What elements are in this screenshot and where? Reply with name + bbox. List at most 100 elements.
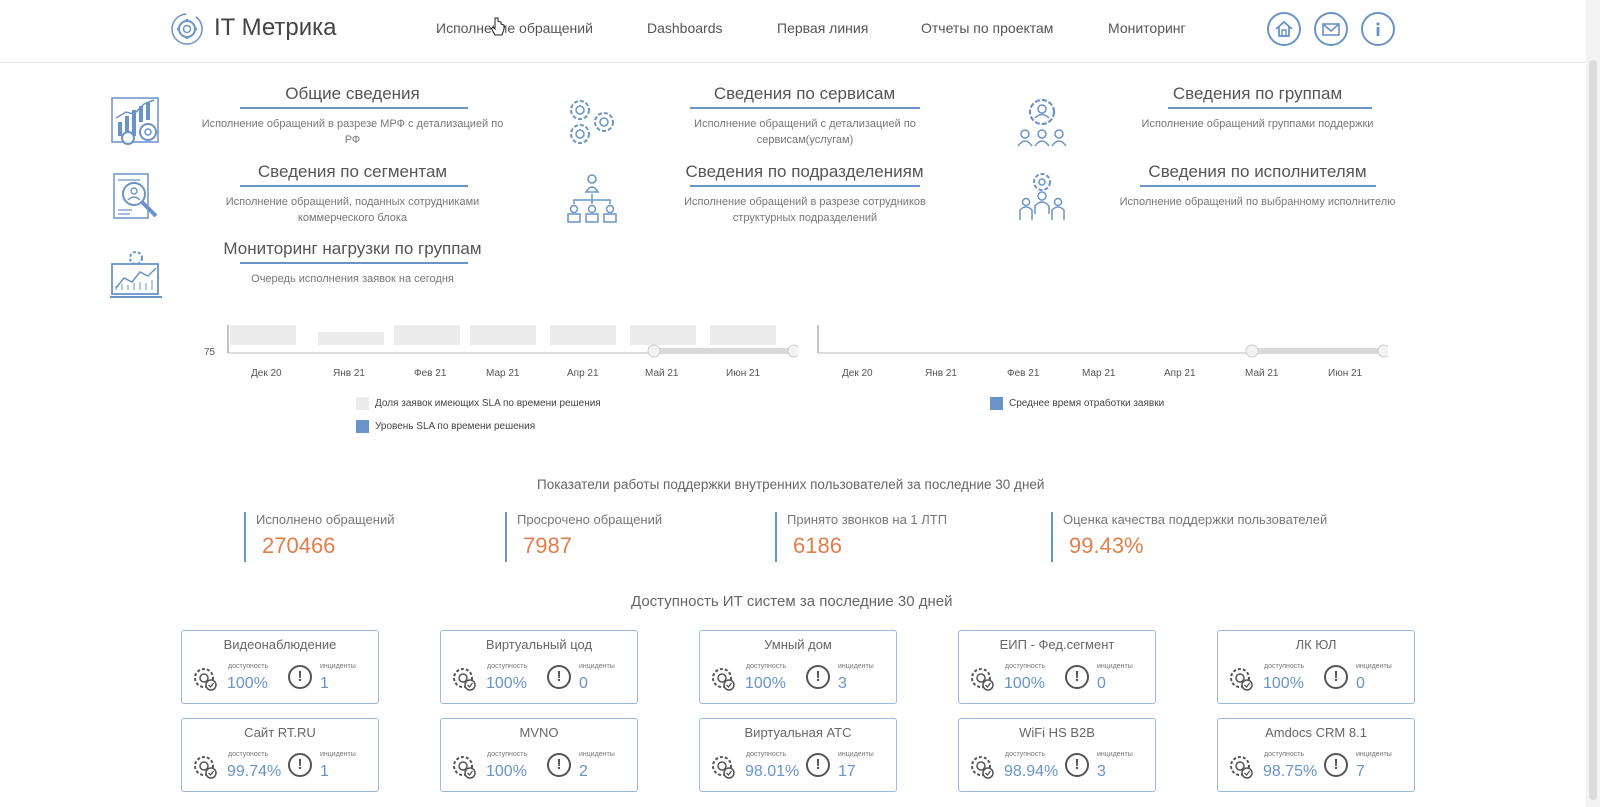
incidents-value: 7 <box>1356 763 1365 780</box>
section-title-obshchie[interactable]: Общие сведения <box>200 84 505 104</box>
mail-button[interactable] <box>1314 12 1348 46</box>
range-slider-handle-right[interactable] <box>787 344 798 358</box>
incidents-value: 2 <box>579 763 588 780</box>
org-structure-icon[interactable] <box>566 172 618 224</box>
kpi-value: 99.43% <box>1069 533 1144 558</box>
section-title-servisy[interactable]: Сведения по сервисам <box>652 84 957 104</box>
chart-gears-icon[interactable] <box>110 96 162 148</box>
nav-monitoring[interactable]: Мониторинг <box>1108 20 1186 36</box>
kpi-block: Оценка качества поддержки пользователей … <box>1051 512 1327 562</box>
person-gear-icon[interactable] <box>1016 172 1068 224</box>
section-desc-obshchie: Исполнение обращений в разрезе МРФ с дет… <box>201 118 504 146</box>
availability-card[interactable]: Amdocs CRM 8.1 доступность 98.75%! инцидент… <box>1217 718 1415 792</box>
nav-ispolnenie[interactable]: Исполнение обращений <box>436 20 593 36</box>
bar-mark[interactable] <box>630 325 696 345</box>
availability-value: 98.94% <box>1004 763 1059 780</box>
y-tick-label: 75 <box>204 347 216 358</box>
legend-item[interactable]: Доля заявок имеющих SLA по времени решен… <box>356 397 601 410</box>
range-slider-handle-left[interactable] <box>1245 344 1259 358</box>
card-system-name: Виртуальная АТС <box>744 725 852 740</box>
info-icon <box>1376 22 1380 36</box>
kpi-section-title: Показатели работы поддержки внутренних п… <box>537 477 1045 492</box>
availability-caption: доступность <box>228 751 269 758</box>
availability-card[interactable]: Умный дом доступность 100%! инциденты 3 <box>699 630 897 704</box>
card-system-name: Умный дом <box>764 637 832 652</box>
scrollbar-thumb[interactable] <box>1589 60 1597 800</box>
nav-pervaya-liniya[interactable]: Первая линия <box>777 20 868 36</box>
nav-otchety[interactable]: Отчеты по проектам <box>921 20 1053 36</box>
incidents-value: 0 <box>1097 675 1106 692</box>
availability-card[interactable]: Видеонаблюдение доступность 100%! инциденты… <box>181 630 379 704</box>
kpi-label: Оценка качества поддержки пользователей <box>1063 512 1328 527</box>
group-gear-icon[interactable] <box>1016 96 1068 148</box>
legend-item[interactable]: Уровень SLA по времени решения <box>356 420 535 433</box>
card-system-name: ЛК ЮЛ <box>1295 637 1337 652</box>
bar-mark[interactable] <box>394 325 460 345</box>
availability-card[interactable]: ЛК ЮЛ доступность 100%! инциденты 0 <box>1217 630 1415 704</box>
gear-check-icon <box>971 668 994 691</box>
availability-value: 98.75% <box>1263 763 1318 780</box>
availability-card[interactable]: ЕИП - Фед.сегмент доступность 100%! инциден… <box>958 630 1156 704</box>
section-title-segmenty[interactable]: Сведения по сегментам <box>200 162 505 182</box>
x-tick-label: Июн 21 <box>726 368 761 379</box>
range-slider-handle-left[interactable] <box>647 344 661 358</box>
nav-dashboards[interactable]: Dashboards <box>647 20 723 36</box>
gear-check-icon <box>453 668 476 691</box>
monitor-chart-icon[interactable] <box>110 250 162 302</box>
bar-mark[interactable] <box>470 325 536 345</box>
incidents-caption: инциденты <box>1356 751 1392 758</box>
gear-check-icon <box>971 756 994 779</box>
card-system-name: MVNO <box>519 725 559 740</box>
availability-card[interactable]: MVNO доступность 100%! инциденты 2 <box>440 718 638 792</box>
incidents-value: 17 <box>838 763 856 780</box>
section-desc-servisy: Исполнение обращений с детализацией по с… <box>694 118 916 146</box>
document-search-icon[interactable] <box>110 172 162 224</box>
kpi-label: Просрочено обращений <box>517 512 663 527</box>
logo-text[interactable]: IT Метрика <box>214 14 337 42</box>
gears-icon[interactable] <box>566 96 618 148</box>
kpi-block: Просрочено обращений 7987 <box>505 512 662 562</box>
availability-card[interactable]: WiFi HS B2B доступность 98.94%! инциденты 3 <box>958 718 1156 792</box>
legend-item[interactable]: Среднее время отработки заявки <box>990 397 1164 410</box>
incidents-caption: инциденты <box>1097 663 1133 670</box>
incidents-value: 3 <box>1097 763 1106 780</box>
section-title-gruppy[interactable]: Сведения по группам <box>1105 84 1410 104</box>
availability-caption: доступность <box>1264 663 1305 670</box>
kpi-value: 270466 <box>262 533 336 558</box>
availability-card[interactable]: Виртуальная АТС доступность 98.01%! инциден… <box>699 718 897 792</box>
logo-gear-icon[interactable] <box>170 12 204 46</box>
availability-caption: доступность <box>487 663 528 670</box>
section-title-podrazdeleniya[interactable]: Сведения по подразделениям <box>652 162 957 182</box>
info-button[interactable] <box>1361 12 1395 46</box>
x-tick-label: Апр 21 <box>1164 368 1196 379</box>
x-tick-label: Дек 20 <box>842 368 873 379</box>
bar-mark[interactable] <box>710 325 776 345</box>
bar-mark[interactable] <box>318 332 384 345</box>
card-system-name: ЕИП - Фед.сегмент <box>999 637 1115 652</box>
bar-mark[interactable] <box>550 325 616 345</box>
section-title-monitoring[interactable]: Мониторинг нагрузки по группам <box>200 239 505 259</box>
section-underline <box>240 262 468 264</box>
card-system-name: Amdocs CRM 8.1 <box>1265 725 1367 740</box>
x-tick-label: Апр 21 <box>567 368 599 379</box>
gear-check-icon <box>712 756 735 779</box>
x-tick-label: Фев 21 <box>1007 368 1040 379</box>
kpi-block: Принято звонков на 1 ЛТП 6186 <box>775 512 947 562</box>
card-system-name: Сайт RT.RU <box>244 725 316 740</box>
section-desc-gruppy: Исполнение обращений группами поддержки <box>1141 118 1374 130</box>
range-slider-track[interactable] <box>1252 348 1384 354</box>
availability-card[interactable]: Виртуальный цод доступность 100%! инциденты… <box>440 630 638 704</box>
section-title-ispolniteli[interactable]: Сведения по исполнителям <box>1105 162 1410 182</box>
gear-check-icon <box>1230 756 1253 779</box>
legend-label: Уровень SLA по времени решения <box>375 421 536 433</box>
incident-alert-icon: ! <box>547 665 571 689</box>
bar-mark[interactable] <box>230 325 296 345</box>
range-slider-handle-right[interactable] <box>1377 344 1388 358</box>
range-slider-track[interactable] <box>654 348 794 354</box>
x-tick-label: Фев 21 <box>414 368 447 379</box>
incident-alert-icon: ! <box>806 753 830 777</box>
home-button[interactable] <box>1267 12 1301 46</box>
availability-card[interactable]: Сайт RT.RU доступность 99.74%! инциденты 1 <box>181 718 379 792</box>
availability-title: Доступность ИТ систем за последние 30 дн… <box>631 593 953 610</box>
x-tick-label: Янв 21 <box>925 368 957 379</box>
